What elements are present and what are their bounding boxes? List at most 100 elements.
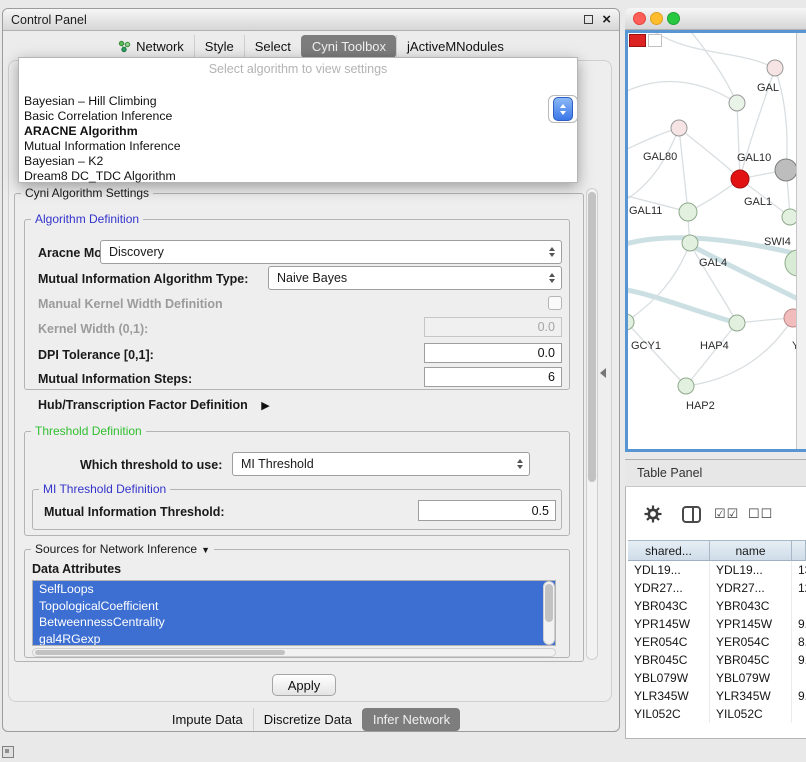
tab-jactivemnodules[interactable]: jActiveMNodules	[396, 35, 514, 58]
network-node[interactable]	[731, 170, 749, 188]
attribute-item[interactable]: TopologicalCoefficient	[33, 598, 555, 615]
sources-horizontal-scrollbar[interactable]	[32, 648, 556, 657]
close-icon[interactable]: ×	[602, 12, 611, 27]
attribute-item[interactable]: SelfLoops	[33, 581, 555, 598]
which-threshold-value: MI Threshold	[241, 457, 314, 471]
node-label: SWI4	[764, 236, 791, 248]
column-header[interactable]: shared...	[628, 540, 710, 561]
table-row[interactable]: YDR27...YDR27...12	[628, 579, 806, 597]
tab-impute-data[interactable]: Impute Data	[162, 708, 253, 731]
tab-label: Style	[205, 39, 234, 54]
mi-threshold-field[interactable]: 0.5	[418, 500, 556, 521]
table-cell: 12	[792, 579, 806, 597]
network-node[interactable]	[679, 203, 697, 221]
network-node[interactable]	[775, 159, 796, 181]
table-row[interactable]: YBR043CYBR043C	[628, 597, 806, 615]
table-row[interactable]: YBR045CYBR045C9.	[628, 651, 806, 669]
network-icon	[118, 40, 131, 53]
network-vertical-scrollbar[interactable]	[796, 33, 806, 449]
attribute-list-scrollbar[interactable]	[543, 581, 555, 645]
network-edge	[628, 243, 690, 322]
network-node[interactable]	[784, 309, 796, 327]
dpi-tolerance-field[interactable]: 0.0	[424, 343, 562, 363]
apply-button[interactable]: Apply	[272, 674, 336, 696]
algorithm-option[interactable]: Bayesian – K2	[19, 154, 577, 169]
expand-right-icon[interactable]: ▶	[261, 400, 269, 412]
attribute-item[interactable]: BetweennessCentrality	[33, 614, 555, 631]
top-tabs: Network Style Select Cyni Toolbox jActiveMNo…	[2, 33, 620, 59]
tab-select[interactable]: Select	[244, 35, 301, 58]
network-node[interactable]	[729, 95, 745, 111]
aracne-mode-combo[interactable]: Discovery	[100, 240, 562, 264]
algorithm-option[interactable]: Bayesian – Hill Climbing	[19, 94, 577, 109]
tab-style[interactable]: Style	[194, 35, 244, 58]
table-cell: YBL079W	[628, 669, 710, 687]
gear-icon[interactable]	[644, 505, 662, 523]
network-node[interactable]	[767, 60, 783, 76]
algorithm-option[interactable]: Dream8 DC_TDC Algorithm	[19, 169, 577, 184]
kernel-width-field[interactable]: 0.0	[424, 317, 562, 337]
close-traffic-light[interactable]	[633, 12, 646, 25]
node-label: HAP2	[686, 400, 715, 412]
table-row[interactable]: YIL052CYIL052C	[628, 705, 806, 723]
columns-icon[interactable]	[682, 506, 701, 523]
birdseye-marker	[629, 34, 646, 47]
column-header[interactable]: name	[710, 540, 792, 561]
table-cell: YDL19...	[628, 561, 710, 579]
network-svg[interactable]: GALGAL80GAL10GAL11GAL1SWI4GAL4GCY1HAP4YH…	[628, 33, 796, 449]
table-cell	[792, 669, 806, 687]
attribute-item[interactable]: gal4RGexp	[33, 631, 555, 647]
table-row[interactable]: YLR345WYLR345W9.	[628, 687, 806, 705]
table-row[interactable]: YPR145WYPR145W9.	[628, 615, 806, 633]
settings-scrollbar[interactable]	[586, 188, 598, 660]
tab-discretize-data[interactable]: Discretize Data	[253, 708, 362, 731]
network-node[interactable]	[682, 235, 698, 251]
tab-label: Impute Data	[172, 712, 243, 727]
network-node[interactable]	[678, 378, 694, 394]
collapse-down-icon[interactable]: ▼	[201, 545, 210, 555]
table-row[interactable]: YBL079WYBL079W	[628, 669, 806, 687]
zoom-traffic-light[interactable]	[667, 12, 680, 25]
table-cell: 8.	[792, 633, 806, 651]
tab-cyni-toolbox[interactable]: Cyni Toolbox	[301, 35, 396, 58]
tab-label: jActiveMNodules	[407, 39, 504, 54]
network-node[interactable]	[729, 315, 745, 331]
manual-kernel-width-checkbox[interactable]	[548, 296, 562, 310]
node-label: GAL10	[737, 152, 771, 164]
table-row[interactable]: YDL19...YDL19...13	[628, 561, 806, 579]
mi-steps-label: Mutual Information Steps:	[38, 372, 192, 386]
tab-label: Discretize Data	[264, 712, 352, 727]
tab-infer-network[interactable]: Infer Network	[362, 708, 460, 731]
algorithm-option[interactable]: Mutual Information Inference	[19, 139, 577, 154]
which-threshold-combo[interactable]: MI Threshold	[232, 452, 530, 476]
tab-network[interactable]: Network	[108, 35, 194, 58]
network-node[interactable]	[671, 120, 687, 136]
threshold-definition-title: Threshold Definition	[35, 424, 142, 438]
column-header[interactable]	[792, 540, 806, 561]
deselect-all-columns-icon[interactable]: ☐☐	[748, 506, 773, 522]
scrollbar-thumb[interactable]	[588, 192, 596, 482]
select-all-columns-icon[interactable]: ☑☑	[714, 506, 739, 522]
network-window-titlebar[interactable]	[625, 8, 806, 30]
network-edge	[686, 323, 737, 386]
hub-section-toggle[interactable]: Hub/Transcription Factor Definition ▶	[38, 398, 270, 412]
data-attributes-list[interactable]: SelfLoopsTopologicalCoefficientBetweenne…	[32, 580, 556, 646]
mi-steps-field[interactable]: 6	[424, 367, 562, 387]
network-edge	[688, 33, 737, 103]
panel-collapse-arrow-icon[interactable]	[600, 368, 606, 378]
algorithm-combo-button[interactable]	[553, 97, 573, 121]
minimize-traffic-light[interactable]	[650, 12, 663, 25]
control-panel-titlebar[interactable]: Control Panel ×	[3, 9, 619, 31]
algorithm-option[interactable]: Basic Correlation Inference	[19, 109, 577, 124]
network-node[interactable]	[782, 209, 796, 225]
collapsed-panel-icon[interactable]	[2, 746, 14, 758]
tab-label: Select	[255, 39, 291, 54]
scrollbar-thumb[interactable]	[35, 650, 285, 655]
scrollbar-thumb[interactable]	[545, 584, 553, 622]
mi-type-combo[interactable]: Naive Bayes	[268, 266, 562, 290]
combo-up-arrow-icon	[560, 104, 566, 108]
table-row[interactable]: YER054CYER054C8.	[628, 633, 806, 651]
algorithm-option[interactable]: ARACNE Algorithm	[19, 124, 577, 139]
float-window-icon[interactable]	[584, 15, 593, 24]
manual-kernel-width-label: Manual Kernel Width Definition	[38, 297, 223, 311]
